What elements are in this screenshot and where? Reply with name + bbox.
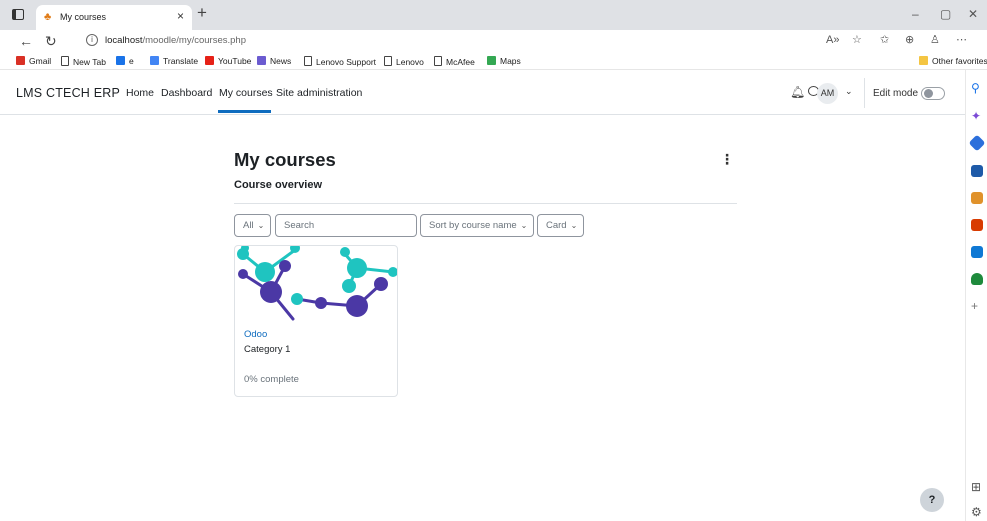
page-icon xyxy=(434,56,442,66)
fav-maps[interactable]: Maps xyxy=(487,56,521,66)
tree-icon[interactable] xyxy=(971,273,983,285)
course-search-input[interactable] xyxy=(275,214,417,237)
profile-icon[interactable]: ♙ xyxy=(930,34,940,47)
edge-sidebar: ⚲ ✦ + ⊞ ⚙ xyxy=(965,70,987,521)
drive-icon xyxy=(116,56,125,65)
news-icon xyxy=(257,56,266,65)
settings-icon[interactable]: ⚙ xyxy=(971,506,982,518)
edit-mode-label: Edit mode xyxy=(873,88,919,99)
fav-news[interactable]: News xyxy=(257,56,291,66)
new-tab-icon[interactable]: + xyxy=(197,4,207,22)
page-icon xyxy=(304,56,312,66)
read-aloud-icon[interactable]: A» xyxy=(826,34,839,47)
maps-icon xyxy=(487,56,496,65)
favorites-bar: Gmail New Tab e Translate YouTube News L… xyxy=(0,52,987,70)
fav-translate[interactable]: Translate xyxy=(150,56,198,66)
office-icon[interactable] xyxy=(971,219,983,231)
navbar-divider xyxy=(864,78,865,108)
page-icon xyxy=(61,56,69,66)
tab-title: My courses xyxy=(60,12,107,22)
course-image[interactable] xyxy=(235,246,397,321)
active-nav-indicator xyxy=(218,110,271,113)
site-brand[interactable]: LMS CTECH ERP xyxy=(16,86,120,100)
youtube-icon xyxy=(205,56,214,65)
address-bar-row: ← ↻ i localhost/moodle/my/courses.php A»… xyxy=(0,30,987,52)
favorites-icon[interactable]: ✩ xyxy=(880,34,889,47)
course-progress: 0% complete xyxy=(244,374,299,385)
moodle-navbar: LMS CTECH ERP Home Dashboard My courses … xyxy=(0,70,965,115)
copilot-icon[interactable]: ✦ xyxy=(971,110,981,122)
fav-gmail[interactable]: Gmail xyxy=(16,56,51,66)
view-dropdown[interactable]: Card ⌄ xyxy=(537,214,584,237)
fav-new-tab[interactable]: New Tab xyxy=(61,56,106,67)
add-icon[interactable]: + xyxy=(971,300,978,312)
nav-dashboard[interactable]: Dashboard xyxy=(161,87,212,99)
course-card[interactable]: Odoo Category 1 0% complete xyxy=(234,245,398,397)
minimize-icon[interactable]: – xyxy=(912,7,919,21)
sort-dropdown[interactable]: Sort by course name ⌄ xyxy=(420,214,534,237)
tab-close-icon[interactable]: × xyxy=(177,10,184,22)
more-menu-icon[interactable]: ⋯ xyxy=(956,34,967,47)
fav-e[interactable]: e xyxy=(116,56,134,66)
page-actions-kebab-icon[interactable]: ⋮ xyxy=(720,152,734,166)
edit-mode-toggle[interactable] xyxy=(921,87,945,100)
chevron-down-icon: ⌄ xyxy=(257,221,265,230)
refresh-icon[interactable]: ↻ xyxy=(45,33,57,49)
section-divider xyxy=(234,203,737,204)
site-info-icon[interactable]: i xyxy=(86,34,98,46)
search-icon[interactable]: ⚲ xyxy=(971,82,980,94)
gmail-icon xyxy=(16,56,25,65)
nav-home[interactable]: Home xyxy=(126,87,154,99)
games-icon[interactable] xyxy=(971,192,983,204)
user-avatar[interactable]: AM xyxy=(817,83,838,104)
tools-icon[interactable] xyxy=(971,165,983,177)
user-menu-chevron-icon[interactable]: ⌄ xyxy=(845,86,853,97)
help-button[interactable]: ? xyxy=(920,488,944,512)
section-title: Course overview xyxy=(234,179,323,191)
tag-icon[interactable] xyxy=(968,134,986,152)
notifications-bell-icon[interactable]: 🔔︎ xyxy=(790,85,805,99)
fav-lenovo[interactable]: Lenovo xyxy=(384,56,424,67)
sidebar-toggle-icon[interactable] xyxy=(12,9,24,20)
toggle-knob xyxy=(924,89,933,98)
restore-icon[interactable]: ▢ xyxy=(940,7,951,21)
course-category: Category 1 xyxy=(244,344,291,355)
fav-lenovo-support[interactable]: Lenovo Support xyxy=(304,56,376,67)
url-field[interactable]: i localhost/moodle/my/courses.php xyxy=(76,32,896,50)
nav-my-courses[interactable]: My courses xyxy=(219,87,273,99)
back-arrow-icon[interactable]: ← xyxy=(19,33,33,49)
page-title: My courses xyxy=(234,149,336,170)
split-screen-icon[interactable]: ⊞ xyxy=(971,481,981,493)
chevron-down-icon: ⌄ xyxy=(520,221,528,230)
moodle-favicon-icon: ♣ xyxy=(44,11,52,23)
chevron-down-icon: ⌄ xyxy=(570,221,578,230)
page-icon xyxy=(384,56,392,66)
fav-youtube[interactable]: YouTube xyxy=(205,56,251,66)
outlook-icon[interactable] xyxy=(971,246,983,258)
translate-icon xyxy=(150,56,159,65)
nav-site-administration[interactable]: Site administration xyxy=(276,87,362,99)
browser-tab-strip: ♣ My courses × + – ▢ ✕ xyxy=(0,0,987,30)
url-text[interactable]: localhost/moodle/my/courses.php xyxy=(105,35,246,46)
grouping-dropdown[interactable]: All ⌄ xyxy=(234,214,271,237)
course-name-link[interactable]: Odoo xyxy=(244,329,267,340)
folder-icon xyxy=(919,56,928,65)
collections-icon[interactable]: ⊕ xyxy=(905,34,914,47)
fav-mcafee[interactable]: McAfee xyxy=(434,56,475,67)
browser-tab-active[interactable]: ♣ My courses × xyxy=(36,5,192,30)
fav-other-favorites[interactable]: Other favorites xyxy=(919,56,987,66)
add-favorite-icon[interactable]: ☆ xyxy=(852,34,862,47)
close-window-icon[interactable]: ✕ xyxy=(968,7,978,21)
